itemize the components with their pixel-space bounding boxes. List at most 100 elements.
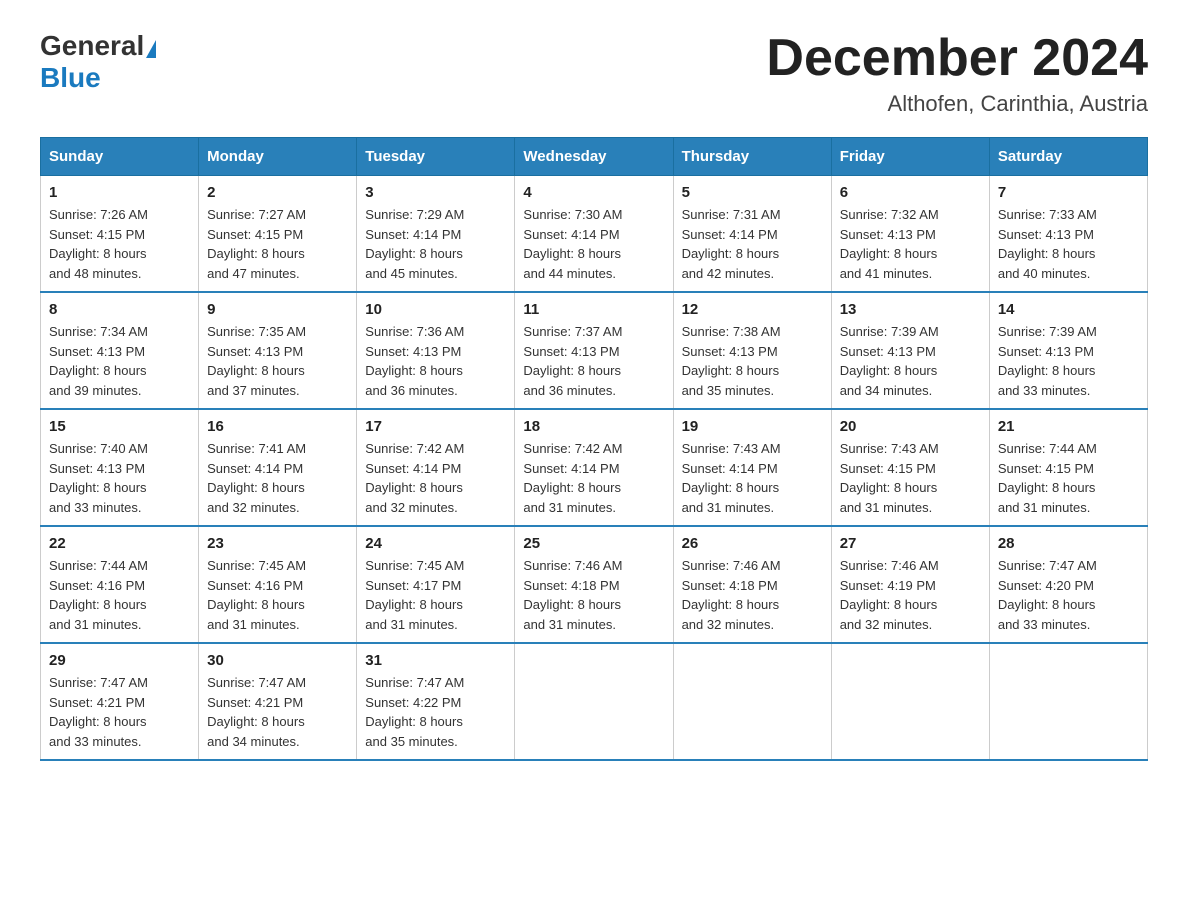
location-text: Althofen, Carinthia, Austria: [766, 91, 1148, 117]
calendar-cell: 18 Sunrise: 7:42 AMSunset: 4:14 PMDayligh…: [515, 409, 673, 526]
page-header: General Blue December 2024 Althofen, Car…: [40, 30, 1148, 117]
calendar-cell: 9 Sunrise: 7:35 AMSunset: 4:13 PMDaylight…: [199, 292, 357, 409]
day-number: 17: [365, 418, 506, 435]
day-number: 5: [682, 184, 823, 201]
day-info: Sunrise: 7:41 AMSunset: 4:14 PMDaylight:…: [207, 439, 348, 517]
day-number: 22: [49, 535, 190, 552]
day-number: 28: [998, 535, 1139, 552]
day-number: 13: [840, 301, 981, 318]
day-number: 27: [840, 535, 981, 552]
calendar-cell: 16 Sunrise: 7:41 AMSunset: 4:14 PMDayligh…: [199, 409, 357, 526]
day-number: 16: [207, 418, 348, 435]
day-number: 21: [998, 418, 1139, 435]
calendar-week-row: 15Sunrise: 7:40 AMSunset: 4:13 PMDayligh…: [41, 409, 1148, 526]
calendar-cell: 25 Sunrise: 7:46 AMSunset: 4:18 PMDayligh…: [515, 526, 673, 643]
calendar-cell: 2 Sunrise: 7:27 AMSunset: 4:15 PMDaylight…: [199, 176, 357, 293]
calendar-cell: [989, 643, 1147, 760]
weekday-header-friday: Friday: [831, 138, 989, 176]
weekday-header-tuesday: Tuesday: [357, 138, 515, 176]
day-info: Sunrise: 7:39 AMSunset: 4:13 PMDaylight:…: [840, 322, 981, 400]
calendar-cell: 21 Sunrise: 7:44 AMSunset: 4:15 PMDayligh…: [989, 409, 1147, 526]
logo-blue: Blue: [40, 62, 101, 93]
day-info: Sunrise: 7:46 AMSunset: 4:18 PMDaylight:…: [682, 556, 823, 634]
logo-triangle-icon: [146, 40, 156, 58]
calendar-cell: 30 Sunrise: 7:47 AMSunset: 4:21 PMDayligh…: [199, 643, 357, 760]
weekday-header-sunday: Sunday: [41, 138, 199, 176]
day-info: Sunrise: 7:42 AMSunset: 4:14 PMDaylight:…: [523, 439, 664, 517]
calendar-week-row: 1Sunrise: 7:26 AMSunset: 4:15 PMDaylight…: [41, 176, 1148, 293]
calendar-cell: 26Sunrise: 7:46 AMSunset: 4:18 PMDayligh…: [673, 526, 831, 643]
calendar-cell: 14 Sunrise: 7:39 AMSunset: 4:13 PMDayligh…: [989, 292, 1147, 409]
calendar-cell: 17Sunrise: 7:42 AMSunset: 4:14 PMDayligh…: [357, 409, 515, 526]
calendar-cell: 11Sunrise: 7:37 AMSunset: 4:13 PMDayligh…: [515, 292, 673, 409]
day-number: 1: [49, 184, 190, 201]
day-info: Sunrise: 7:47 AMSunset: 4:21 PMDaylight:…: [49, 673, 190, 751]
day-number: 3: [365, 184, 506, 201]
calendar-cell: 22 Sunrise: 7:44 AMSunset: 4:16 PMDayligh…: [41, 526, 199, 643]
day-number: 29: [49, 652, 190, 669]
weekday-header-thursday: Thursday: [673, 138, 831, 176]
day-info: Sunrise: 7:46 AMSunset: 4:19 PMDaylight:…: [840, 556, 981, 634]
day-number: 11: [523, 301, 664, 318]
calendar-cell: 19 Sunrise: 7:43 AMSunset: 4:14 PMDayligh…: [673, 409, 831, 526]
calendar-cell: 6 Sunrise: 7:32 AMSunset: 4:13 PMDaylight…: [831, 176, 989, 293]
logo-general-text: General: [40, 30, 156, 62]
day-number: 18: [523, 418, 664, 435]
calendar-week-row: 22 Sunrise: 7:44 AMSunset: 4:16 PMDayligh…: [41, 526, 1148, 643]
day-info: Sunrise: 7:29 AMSunset: 4:14 PMDaylight:…: [365, 205, 506, 283]
calendar-cell: [673, 643, 831, 760]
calendar-cell: [831, 643, 989, 760]
day-number: 19: [682, 418, 823, 435]
title-block: December 2024 Althofen, Carinthia, Austr…: [766, 30, 1148, 117]
day-info: Sunrise: 7:33 AMSunset: 4:13 PMDaylight:…: [998, 205, 1139, 283]
day-number: 8: [49, 301, 190, 318]
calendar-cell: 8 Sunrise: 7:34 AMSunset: 4:13 PMDaylight…: [41, 292, 199, 409]
day-number: 4: [523, 184, 664, 201]
day-info: Sunrise: 7:43 AMSunset: 4:14 PMDaylight:…: [682, 439, 823, 517]
calendar-cell: 31Sunrise: 7:47 AMSunset: 4:22 PMDayligh…: [357, 643, 515, 760]
day-info: Sunrise: 7:32 AMSunset: 4:13 PMDaylight:…: [840, 205, 981, 283]
day-info: Sunrise: 7:27 AMSunset: 4:15 PMDaylight:…: [207, 205, 348, 283]
weekday-header-wednesday: Wednesday: [515, 138, 673, 176]
calendar-cell: 29 Sunrise: 7:47 AMSunset: 4:21 PMDayligh…: [41, 643, 199, 760]
day-number: 6: [840, 184, 981, 201]
weekday-header-saturday: Saturday: [989, 138, 1147, 176]
day-info: Sunrise: 7:45 AMSunset: 4:16 PMDaylight:…: [207, 556, 348, 634]
calendar-cell: 24Sunrise: 7:45 AMSunset: 4:17 PMDayligh…: [357, 526, 515, 643]
day-info: Sunrise: 7:47 AMSunset: 4:22 PMDaylight:…: [365, 673, 506, 751]
month-title: December 2024: [766, 30, 1148, 87]
day-info: Sunrise: 7:44 AMSunset: 4:16 PMDaylight:…: [49, 556, 190, 634]
day-info: Sunrise: 7:38 AMSunset: 4:13 PMDaylight:…: [682, 322, 823, 400]
calendar-cell: 15Sunrise: 7:40 AMSunset: 4:13 PMDayligh…: [41, 409, 199, 526]
calendar-cell: 12Sunrise: 7:38 AMSunset: 4:13 PMDayligh…: [673, 292, 831, 409]
day-number: 25: [523, 535, 664, 552]
day-info: Sunrise: 7:47 AMSunset: 4:21 PMDaylight:…: [207, 673, 348, 751]
day-number: 9: [207, 301, 348, 318]
calendar-cell: 27 Sunrise: 7:46 AMSunset: 4:19 PMDayligh…: [831, 526, 989, 643]
calendar-cell: 13 Sunrise: 7:39 AMSunset: 4:13 PMDayligh…: [831, 292, 989, 409]
day-number: 14: [998, 301, 1139, 318]
calendar-week-row: 8 Sunrise: 7:34 AMSunset: 4:13 PMDaylight…: [41, 292, 1148, 409]
day-info: Sunrise: 7:39 AMSunset: 4:13 PMDaylight:…: [998, 322, 1139, 400]
day-number: 7: [998, 184, 1139, 201]
day-info: Sunrise: 7:44 AMSunset: 4:15 PMDaylight:…: [998, 439, 1139, 517]
day-number: 30: [207, 652, 348, 669]
calendar-cell: 23 Sunrise: 7:45 AMSunset: 4:16 PMDayligh…: [199, 526, 357, 643]
day-info: Sunrise: 7:36 AMSunset: 4:13 PMDaylight:…: [365, 322, 506, 400]
day-number: 20: [840, 418, 981, 435]
day-info: Sunrise: 7:43 AMSunset: 4:15 PMDaylight:…: [840, 439, 981, 517]
day-info: Sunrise: 7:46 AMSunset: 4:18 PMDaylight:…: [523, 556, 664, 634]
calendar-cell: 1Sunrise: 7:26 AMSunset: 4:15 PMDaylight…: [41, 176, 199, 293]
day-info: Sunrise: 7:45 AMSunset: 4:17 PMDaylight:…: [365, 556, 506, 634]
day-info: Sunrise: 7:30 AMSunset: 4:14 PMDaylight:…: [523, 205, 664, 283]
day-info: Sunrise: 7:34 AMSunset: 4:13 PMDaylight:…: [49, 322, 190, 400]
day-number: 2: [207, 184, 348, 201]
logo-blue-text: Blue: [40, 62, 101, 94]
calendar-cell: 4 Sunrise: 7:30 AMSunset: 4:14 PMDaylight…: [515, 176, 673, 293]
calendar-cell: 28Sunrise: 7:47 AMSunset: 4:20 PMDayligh…: [989, 526, 1147, 643]
day-number: 23: [207, 535, 348, 552]
day-number: 10: [365, 301, 506, 318]
calendar-cell: 7 Sunrise: 7:33 AMSunset: 4:13 PMDaylight…: [989, 176, 1147, 293]
day-info: Sunrise: 7:35 AMSunset: 4:13 PMDaylight:…: [207, 322, 348, 400]
calendar-table: SundayMondayTuesdayWednesdayThursdayFrid…: [40, 137, 1148, 761]
